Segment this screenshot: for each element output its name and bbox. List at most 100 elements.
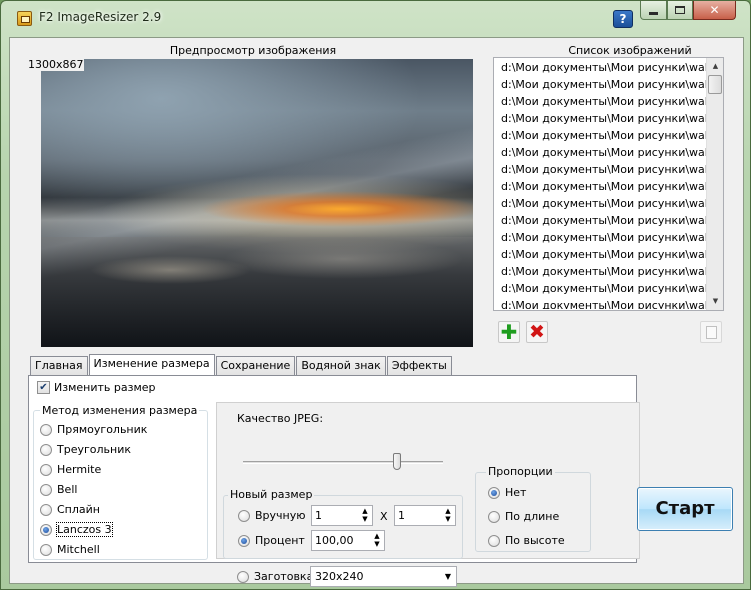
resize-enable-label: Изменить размер [54, 381, 156, 394]
dropdown-arrow-icon[interactable]: ▼ [445, 572, 451, 581]
image-list-item[interactable]: d:\Мои документы\Мои рисунки\wallp... [495, 110, 707, 127]
scroll-thumb[interactable] [708, 75, 722, 94]
proportion-length-option[interactable]: По длине [488, 510, 559, 523]
new-size-title: Новый размер [228, 488, 315, 501]
help-button[interactable]: ? [613, 10, 633, 28]
image-list-item[interactable]: d:\Мои документы\Мои рисунки\wallp... [495, 229, 707, 246]
proportion-height-label: По высоте [505, 534, 565, 547]
minimize-icon [649, 11, 658, 15]
resize-method-label: Lanczos 3 [56, 522, 113, 537]
minimize-button[interactable] [640, 1, 667, 20]
jpeg-quality-label: Качество JPEG: [237, 412, 324, 425]
size-percent-option[interactable]: Процент [238, 534, 305, 547]
resize-method-option[interactable]: Hermite [40, 463, 101, 476]
tab-save[interactable]: Сохранение [215, 356, 296, 375]
scroll-up-arrow-icon[interactable]: ▲ [707, 58, 724, 75]
size-percent-label: Процент [255, 534, 305, 547]
size-manual-radio[interactable] [238, 509, 250, 522]
resize-options-pane: Качество JPEG: Новый размер Вручную 1 ▲ ▼… [216, 402, 640, 559]
resize-enable-row[interactable]: ✔ Изменить размер [37, 381, 156, 394]
resize-method-title: Метод изменения размера [40, 404, 200, 417]
resize-method-radio[interactable] [40, 543, 52, 556]
size-preset-select[interactable]: 320x240 ▼ [310, 566, 457, 587]
size-manual-label: Вручную [255, 509, 306, 522]
maximize-button[interactable] [667, 1, 693, 20]
resize-method-label: Прямоугольник [57, 423, 148, 436]
image-list-items: d:\Мои документы\Мои рисунки\wallp... d:\… [495, 59, 707, 309]
proportion-none-option[interactable]: Нет [488, 486, 526, 499]
spin-arrows-icon[interactable]: ▲ ▼ [360, 507, 370, 524]
size-preset-radio[interactable] [237, 570, 249, 583]
resize-method-radio[interactable] [40, 483, 52, 496]
delete-icon: ✖ [529, 321, 545, 343]
tab-watermark[interactable]: Водяной знак [296, 356, 386, 375]
resize-method-label: Hermite [57, 463, 102, 476]
size-manual-option[interactable]: Вручную [238, 509, 306, 522]
image-list-item[interactable]: d:\Мои документы\Мои рисунки\wallp... [495, 59, 707, 76]
proportions-title: Пропорции [486, 465, 555, 478]
image-list-item[interactable]: d:\Мои документы\Мои рисунки\wallp... [495, 144, 707, 161]
remove-image-button[interactable]: ✖ [526, 321, 548, 343]
add-image-button[interactable]: ✚ [498, 321, 520, 343]
resize-method-radio[interactable] [40, 423, 52, 436]
image-list-item[interactable]: d:\Мои документы\Мои рисунки\wallp... [495, 161, 707, 178]
preview-image [41, 59, 473, 347]
resize-method-label: Треугольник [57, 443, 131, 456]
image-list-item[interactable]: d:\Мои документы\Мои рисунки\wallp... [495, 280, 707, 297]
tab-bar: Главная Изменение размера Сохранение Вод… [30, 354, 453, 375]
resize-enable-checkbox[interactable]: ✔ [37, 381, 50, 394]
size-preset-label: Заготовка [254, 570, 314, 583]
resize-method-option[interactable]: Треугольник [40, 443, 131, 456]
tab-effects[interactable]: Эффекты [386, 356, 452, 375]
close-button[interactable]: ✕ [693, 1, 736, 20]
image-list-item[interactable]: d:\Мои документы\Мои рисунки\wallp... [495, 76, 707, 93]
image-list-scrollbar[interactable]: ▲ ▼ [706, 58, 723, 310]
resize-method-label: Bell [57, 483, 78, 496]
tab-resize[interactable]: Изменение размера [88, 354, 215, 375]
jpeg-quality-track[interactable] [243, 461, 443, 464]
resize-method-label: Сплайн [57, 503, 100, 516]
resize-method-radio[interactable] [40, 523, 52, 536]
spin-arrows-icon[interactable]: ▲ ▼ [443, 507, 453, 524]
image-list[interactable]: d:\Мои документы\Мои рисунки\wallp... d:\… [493, 57, 724, 311]
resize-method-radio[interactable] [40, 463, 52, 476]
image-list-item[interactable]: d:\Мои документы\Мои рисунки\wallp... [495, 93, 707, 110]
proportion-length-label: По длине [505, 510, 560, 523]
jpeg-quality-slider[interactable] [393, 453, 401, 470]
image-list-item[interactable]: d:\Мои документы\Мои рисунки\wallp... [495, 297, 707, 309]
image-list-item[interactable]: d:\Мои документы\Мои рисунки\wallp... [495, 178, 707, 195]
manual-width-input[interactable]: 1 ▲ ▼ [311, 505, 373, 526]
title-bar[interactable]: F2 ImageResizer 2.9 ? ✕ [1, 1, 750, 35]
percent-input[interactable]: 100,00 ▲ ▼ [311, 530, 385, 551]
resize-method-group: Метод изменения размера Прямоугольник Тре… [33, 404, 208, 560]
resize-method-radio[interactable] [40, 443, 52, 456]
scroll-down-arrow-icon[interactable]: ▼ [707, 293, 724, 310]
resize-method-radio[interactable] [40, 503, 52, 516]
spin-arrows-icon[interactable]: ▲ ▼ [372, 532, 382, 549]
proportion-height-option[interactable]: По высоте [488, 534, 565, 547]
proportion-length-radio[interactable] [488, 510, 500, 523]
resize-method-option[interactable]: Сплайн [40, 503, 100, 516]
resize-method-option[interactable]: Bell [40, 483, 77, 496]
image-list-item[interactable]: d:\Мои документы\Мои рисунки\wallp... [495, 246, 707, 263]
image-list-item[interactable]: d:\Мои документы\Мои рисунки\wallp... [495, 195, 707, 212]
proportion-none-radio[interactable] [488, 486, 500, 499]
resize-method-option[interactable]: Lanczos 3 [40, 522, 113, 537]
manual-height-input[interactable]: 1 ▲ ▼ [394, 505, 456, 526]
proportion-height-radio[interactable] [488, 534, 500, 547]
image-list-item[interactable]: d:\Мои документы\Мои рисунки\wallp... [495, 127, 707, 144]
size-percent-radio[interactable] [238, 534, 250, 547]
document-button[interactable] [700, 321, 722, 343]
image-list-item[interactable]: d:\Мои документы\Мои рисунки\wallp... [495, 212, 707, 229]
plus-icon: ✚ [500, 320, 518, 344]
image-list-item[interactable]: d:\Мои документы\Мои рисунки\wallp... [495, 263, 707, 280]
preview-size-label: 1300x867 [28, 58, 84, 71]
size-preset-value: 320x240 [315, 570, 364, 583]
tab-main[interactable]: Главная [30, 356, 88, 375]
size-preset-option[interactable]: Заготовка [237, 570, 313, 583]
app-window: F2 ImageResizer 2.9 ? ✕ Предпросмотр изо… [0, 0, 751, 590]
image-preview: 1300x867 [27, 57, 474, 348]
start-button[interactable]: Старт [637, 487, 733, 531]
resize-method-option[interactable]: Прямоугольник [40, 423, 147, 436]
resize-method-option[interactable]: Mitchell [40, 543, 100, 556]
